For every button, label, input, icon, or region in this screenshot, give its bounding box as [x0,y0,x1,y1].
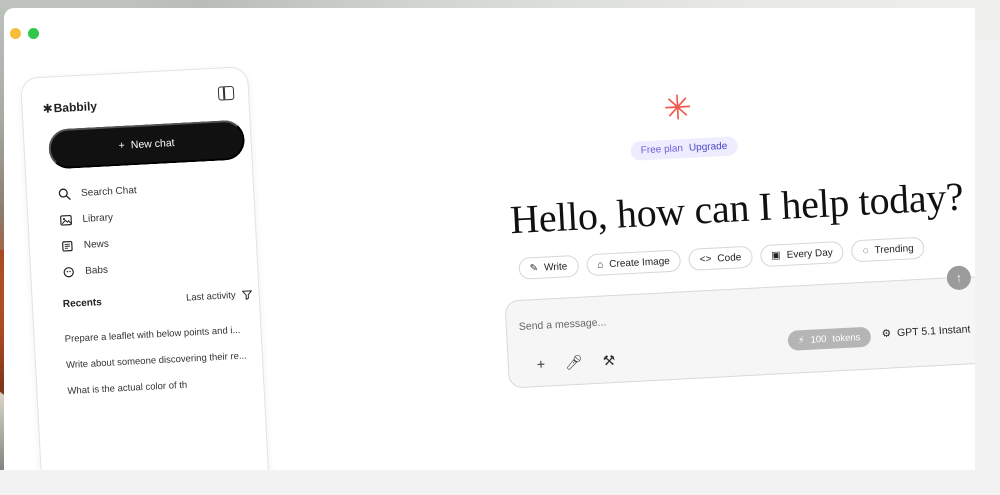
send-button[interactable]: ↑ [946,265,972,291]
bolt-icon: ⚡︎ [797,334,805,346]
chip-label: Trending [874,242,914,256]
chip-label: Write [543,260,568,274]
chip-label: Create Image [608,255,671,270]
arrow-up-icon: ↑ [955,270,963,286]
window-maximize-button[interactable] [28,28,39,39]
search-icon [57,186,72,201]
hammer-icon[interactable]: ⚒ [602,352,615,370]
brand: ✱Babbily [42,99,97,116]
sidebar-item-label: News [83,238,110,251]
sidebar-toggle-icon[interactable] [217,85,235,101]
model-selector[interactable]: ⚙︎ GPT 5.1 Instant ⌄ [881,323,975,340]
code-icon: <> [699,253,712,265]
chip-trending[interactable]: ◌ Trending [851,236,926,263]
main-panel: ✳ Free plan Upgrade Hello, how can I hel… [474,75,975,432]
pencil-icon: ✎ [529,262,539,274]
chip-label: Code [717,251,742,264]
logo-asterisk-icon: ✳ [662,88,693,129]
image-icon: ⌂ [596,258,604,271]
plus-icon: + [118,139,126,152]
filter-icon [242,290,252,300]
sidebar-item-label: Library [82,211,114,225]
recents-filter[interactable]: Last activity [185,289,253,304]
plus-icon[interactable]: + [536,356,545,373]
upgrade-link[interactable]: Upgrade [689,141,728,154]
chip-label: Every Day [786,246,834,261]
new-chat-label: New chat [130,137,175,152]
news-icon [59,238,74,253]
microphone-icon[interactable]: 🎤︎ [565,354,584,372]
message-composer: ↑ Send a message... + 🎤︎ ⚒ ⚡︎ 100 tokens… [504,265,975,389]
sidebar-item-label: Babs [84,264,109,277]
chip-write[interactable]: ✎ Write [518,254,579,280]
openai-icon: ⚙︎ [881,327,892,340]
plan-badge: Free plan Upgrade [630,136,738,161]
tokens-count: 100 [810,333,827,346]
recents-filter-label: Last activity [185,290,236,304]
recents-list: Prepare a leaflet with below points and … [64,317,264,405]
new-chat-button[interactable]: + New chat [47,119,246,170]
bot-icon [61,264,76,279]
message-input[interactable]: Send a message... [519,305,819,333]
chip-code[interactable]: <> Code [688,245,753,271]
app-window: ✱Babbily + New chat Search Chat Library … [4,8,975,470]
composer-tools: + 🎤︎ ⚒ [536,352,615,373]
plan-label: Free plan [640,143,684,157]
image-icon [58,212,73,227]
tokens-suffix: tokens [832,331,861,345]
bulb-icon: ◌ [862,245,869,257]
chip-every-day[interactable]: ▣ Every Day [759,240,845,268]
sidebar: ✱Babbily + New chat Search Chat Library … [20,66,271,470]
chip-create-image[interactable]: ⌂ Create Image [585,249,682,277]
brand-name: Babbily [53,99,98,116]
calendar-icon: ▣ [770,249,781,262]
brand-asterisk-icon: ✱ [42,101,54,116]
model-name: GPT 5.1 Instant [896,323,971,340]
tokens-badge: ⚡︎ 100 tokens [787,326,871,351]
sidebar-item-label: Search Chat [80,184,137,199]
window-minimize-button[interactable] [10,28,21,39]
recents-header: Recents Last activity [63,289,253,310]
page-title: Hello, how can I help today? [509,173,965,243]
sidebar-nav: Search Chat Library News Babs [56,172,241,285]
recents-title: Recents [62,297,103,311]
suggestion-chips: ✎ Write ⌂ Create Image <> Code ▣ Every Day ◌… [518,236,926,280]
stage: ✱Babbily + New chat Search Chat Library … [0,0,1000,495]
